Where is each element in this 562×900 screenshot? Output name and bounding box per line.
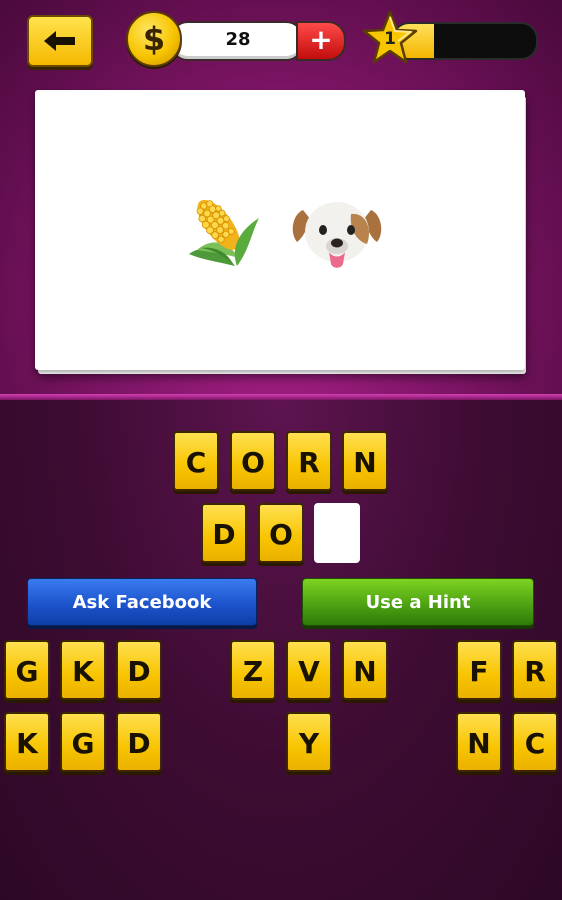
answer-tile[interactable]: R: [286, 431, 332, 491]
back-button[interactable]: [27, 15, 93, 67]
answer-tile[interactable]: D: [201, 503, 247, 563]
use-hint-button[interactable]: Use a Hint: [302, 578, 534, 626]
letter-tile[interactable]: G: [4, 640, 50, 700]
letter-tile[interactable]: G: [60, 712, 106, 772]
letter-tile[interactable]: C: [512, 712, 558, 772]
add-coins-button[interactable]: +: [296, 21, 346, 61]
letter-tile[interactable]: Y: [286, 712, 332, 772]
letter-tile[interactable]: D: [116, 712, 162, 772]
ask-facebook-button[interactable]: Ask Facebook: [27, 578, 257, 626]
answer-tile[interactable]: C: [173, 431, 219, 491]
letter-tile[interactable]: K: [4, 712, 50, 772]
answer-tile[interactable]: O: [258, 503, 304, 563]
letter-tile[interactable]: F: [456, 640, 502, 700]
panel-divider: [0, 394, 562, 400]
letter-tile[interactable]: R: [512, 640, 558, 700]
coin-count: 28: [225, 29, 251, 50]
corn-emoji-icon: [189, 199, 259, 266]
dog-face-emoji-icon: [292, 202, 382, 268]
letter-tile[interactable]: N: [456, 712, 502, 772]
answer-tile[interactable]: N: [342, 431, 388, 491]
letter-tile[interactable]: V: [286, 640, 332, 700]
level-number: 1: [384, 29, 396, 49]
letter-tile[interactable]: K: [60, 640, 106, 700]
back-arrow-icon: [44, 31, 75, 51]
coin-icon: $: [126, 11, 182, 67]
letter-tile[interactable]: Z: [230, 640, 276, 700]
letter-tile[interactable]: D: [116, 640, 162, 700]
answer-slot-empty[interactable]: [314, 503, 360, 563]
puzzle-card: [35, 90, 525, 370]
letter-tile[interactable]: N: [342, 640, 388, 700]
answer-tile[interactable]: O: [230, 431, 276, 491]
